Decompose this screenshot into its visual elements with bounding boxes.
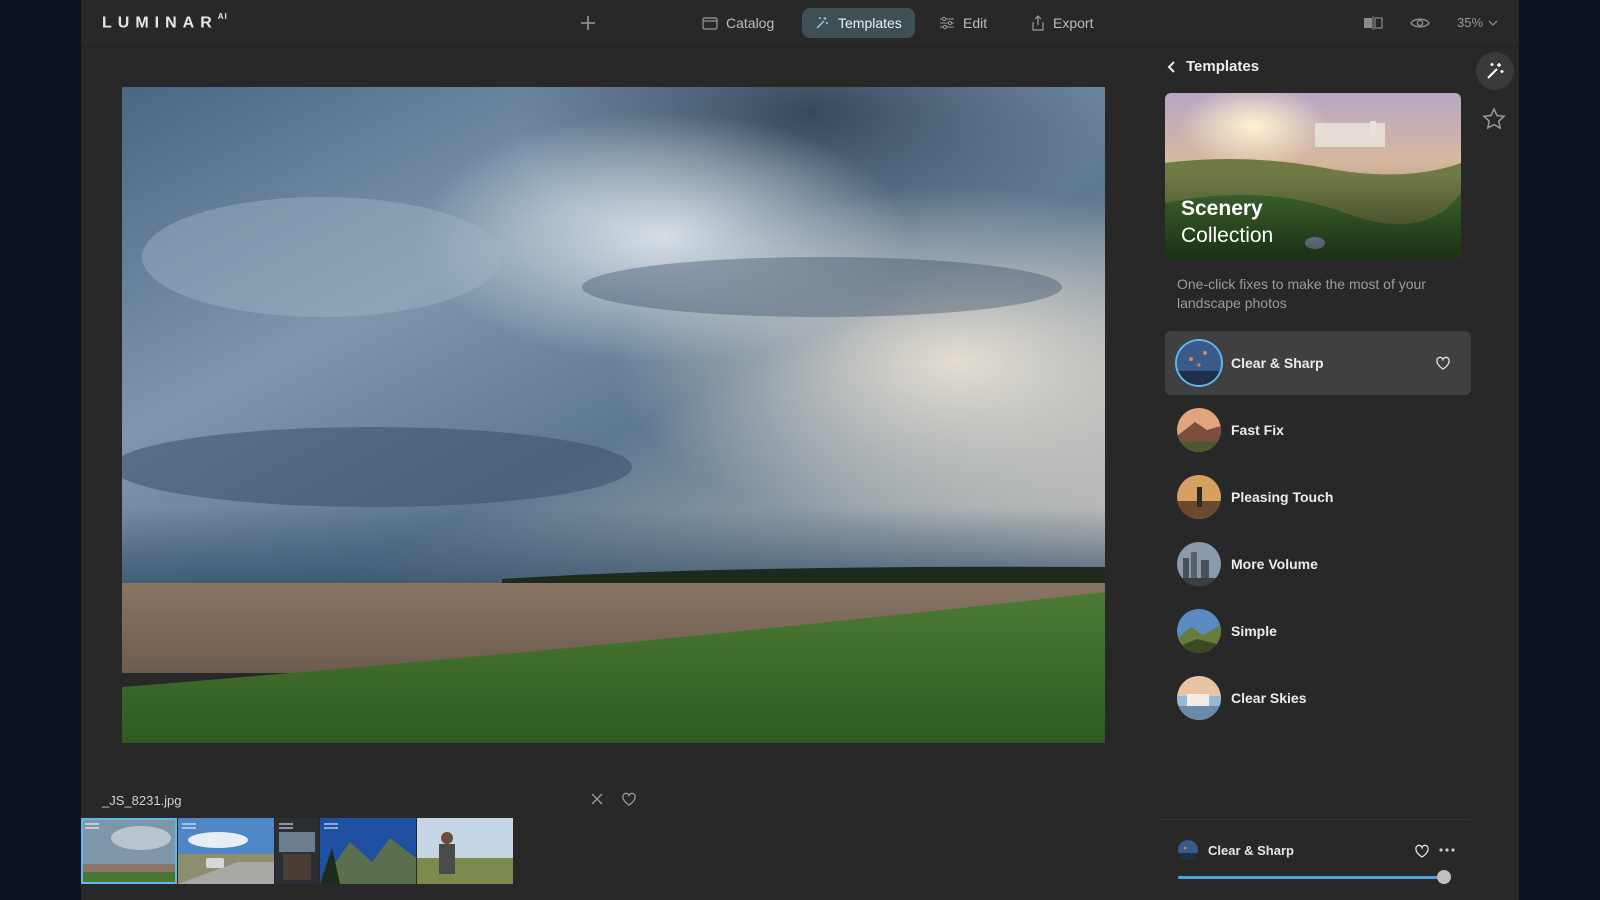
preset-thumbnail: [1177, 676, 1221, 720]
luminar-window: LUMINARAI Catalog Templates Edit Export …: [81, 0, 1519, 900]
tab-templates-label: Templates: [838, 15, 902, 31]
tab-templates[interactable]: Templates: [802, 8, 915, 38]
thumb-train-interior[interactable]: [275, 818, 319, 884]
compare-icon: [1364, 16, 1383, 30]
collection-title-line1: Scenery: [1181, 197, 1263, 220]
panel-title: Templates: [1186, 58, 1260, 75]
tab-edit-label: Edit: [963, 15, 988, 31]
favorite-preset-button[interactable]: [1435, 355, 1451, 376]
templates-back-button[interactable]: Templates: [1166, 58, 1259, 75]
zoom-dropdown[interactable]: 35%: [1457, 15, 1498, 30]
preset-thumbnail-image: [1177, 475, 1221, 519]
preset-simple[interactable]: Simple: [1165, 599, 1471, 663]
amount-slider-handle[interactable]: [1437, 870, 1451, 884]
edited-icon: [324, 823, 338, 829]
share-icon: [1032, 15, 1044, 31]
app-logo: LUMINARAI: [102, 12, 228, 32]
preset-label: Clear & Sharp: [1231, 355, 1324, 371]
preset-thumbnail-image: [1177, 341, 1221, 385]
thumb-storm-clouds[interactable]: [81, 818, 177, 884]
favorite-file-button[interactable]: [621, 791, 637, 812]
tab-edit[interactable]: Edit: [927, 8, 999, 38]
magic-wand-icon: [816, 17, 828, 29]
file-name: _JS_8231.jpg: [102, 793, 182, 808]
photo-canvas[interactable]: [122, 87, 1105, 743]
amount-slider[interactable]: [1178, 870, 1451, 884]
preset-more-volume[interactable]: More Volume: [1165, 532, 1471, 596]
heart-icon: [1415, 844, 1429, 858]
preset-thumbnail-image: [1177, 542, 1221, 586]
applied-template-thumbnail: [1178, 840, 1198, 860]
landscape-photo: [122, 87, 1105, 743]
heart-icon: [1436, 356, 1450, 370]
amount-slider-fill: [1178, 876, 1444, 879]
collection-title-line2: Collection: [1181, 224, 1274, 247]
logo-suffix: AI: [217, 12, 228, 21]
compare-toggle[interactable]: [1362, 12, 1384, 39]
tab-catalog-label: Catalog: [726, 15, 775, 31]
preset-thumbnail-image: [1177, 676, 1221, 720]
logo-text: LUMINAR: [102, 14, 218, 32]
more-options-button[interactable]: [1438, 840, 1456, 858]
favorite-applied-button[interactable]: [1414, 843, 1430, 864]
applied-template-thumbnail-image: [1178, 840, 1198, 860]
chevron-left-icon: [1167, 60, 1175, 73]
ai-suggestions-button[interactable]: [1476, 52, 1514, 90]
favorites-button[interactable]: [1481, 106, 1507, 137]
add-photos-button[interactable]: [577, 12, 599, 34]
collection-card[interactable]: Scenery Collection: [1165, 93, 1461, 259]
magic-wand-icon: [1487, 63, 1504, 79]
chevron-down-icon: [1488, 20, 1498, 26]
eye-icon: [1410, 18, 1430, 28]
edited-icon: [85, 823, 99, 829]
preset-label: Fast Fix: [1231, 422, 1284, 438]
tab-export-label: Export: [1053, 15, 1094, 31]
heart-icon: [622, 792, 636, 806]
thumb-car-road[interactable]: [178, 818, 274, 884]
collection-description: One-click fixes to make the most of your…: [1177, 276, 1426, 311]
tab-export[interactable]: Export: [1019, 8, 1105, 38]
thumb-mountains[interactable]: [320, 818, 416, 884]
star-icon: [1482, 107, 1506, 130]
close-file-button[interactable]: [589, 791, 605, 812]
preset-label: More Volume: [1231, 556, 1318, 572]
applied-template-panel: Clear & Sharp: [1158, 819, 1471, 900]
close-icon: [591, 793, 603, 805]
preset-thumbnail-image: [1177, 408, 1221, 452]
preset-thumbnail: [1177, 542, 1221, 586]
top-toolbar: LUMINARAI Catalog Templates Edit Export …: [81, 0, 1519, 47]
thumb-man-field[interactable]: [417, 818, 513, 884]
preset-thumbnail: [1177, 341, 1221, 385]
preset-thumbnail: [1177, 475, 1221, 519]
edited-icon: [279, 823, 293, 829]
preset-pleasing-touch[interactable]: Pleasing Touch: [1165, 465, 1471, 529]
filmstrip: [81, 818, 513, 884]
preset-label: Clear Skies: [1231, 690, 1307, 706]
more-icon: [1439, 848, 1455, 852]
tab-catalog[interactable]: Catalog: [690, 8, 786, 38]
zoom-value: 35%: [1457, 15, 1484, 30]
preset-clear-sharp[interactable]: Clear & Sharp: [1165, 331, 1471, 395]
preset-thumbnail: [1177, 609, 1221, 653]
preset-thumbnail-image: [1177, 609, 1221, 653]
preset-fast-fix[interactable]: Fast Fix: [1165, 398, 1471, 462]
edited-icon: [182, 823, 196, 829]
plus-icon: [581, 16, 595, 30]
preset-label: Simple: [1231, 623, 1277, 639]
preset-thumbnail: [1177, 408, 1221, 452]
applied-template-label: Clear & Sharp: [1208, 843, 1294, 858]
thumb-man-field-image: [417, 818, 513, 884]
preset-label: Pleasing Touch: [1231, 489, 1334, 505]
folder-icon: [702, 17, 718, 30]
sliders-icon: [940, 16, 954, 30]
preset-clear-skies[interactable]: Clear Skies: [1165, 666, 1471, 730]
preview-toggle[interactable]: [1409, 12, 1431, 39]
